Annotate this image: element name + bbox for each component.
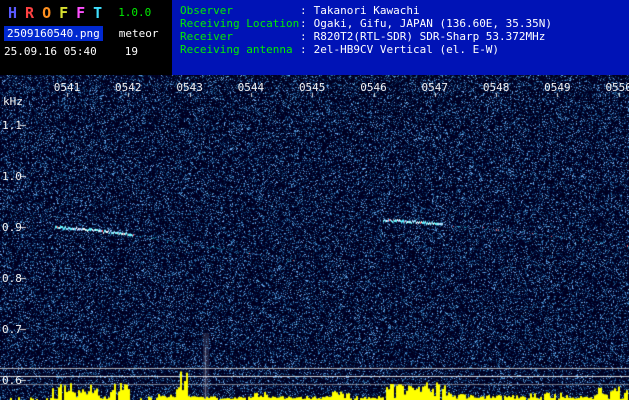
timestamp-label: 25.09.16 05:40 — [4, 45, 97, 58]
info-label: Receiving Location — [180, 17, 300, 30]
time-tick-label-0549: 0549 — [544, 81, 571, 94]
app-title-letter: R — [25, 4, 35, 22]
info-separator: : — [300, 43, 307, 56]
observer-info-panel: Observer: Takanori Kawachi Receiving Locat… — [172, 0, 629, 75]
app-title: HROFFT — [8, 3, 110, 22]
freq-tick-label-0.6: 0.6 — [2, 374, 22, 387]
freq-tick-label-0.9: 0.9 — [2, 221, 22, 234]
app-title-letter: T — [93, 4, 103, 22]
spectrogram-canvas — [0, 75, 629, 400]
spectrogram-plot: 0541 0542 0543 0544 0545 0546 0547 0548 0549 0550… — [0, 75, 629, 400]
file-row: 2509160540.png meteor — [4, 22, 158, 41]
time-tick-label-0544: 0544 — [237, 81, 265, 94]
time-tick-label-0541: 0541 — [53, 81, 81, 94]
output-filename: 2509160540.png — [4, 26, 103, 41]
observer-info-row: Receiving antenna:2el-HB9CV Vertical (el… — [180, 43, 629, 56]
freq-tick-label-1.1: 1.1 — [2, 119, 22, 132]
echo-count: 19 — [124, 45, 138, 58]
hrofft-window: H R O F F T 1.0.0 2509160540.png meteor 25.09.1… — [0, 0, 629, 400]
freq-tick-label-0.7: 0.7 — [2, 323, 22, 336]
time-tick-label-0547: 0547 — [421, 81, 449, 94]
time-tick-label-0543: 0543 — [176, 81, 203, 94]
info-value: R820T2(RTL-SDR) SDR-Sharp 53.372MHz — [313, 30, 546, 43]
time-tick-label-0546: 0546 — [360, 81, 387, 94]
info-value: Ogaki, Gifu, JAPAN (136.60E, 35.35N) — [313, 17, 553, 30]
time-tick-label-0550: 0550 — [605, 81, 629, 94]
freq-tick-label-1.0: 1.0 — [2, 170, 22, 183]
freq-tick-label-0.8: 0.8 — [2, 272, 22, 285]
app-title-letter: H — [8, 4, 18, 22]
date-row: 25.09.16 05:40 19 — [4, 40, 138, 59]
info-separator: : — [300, 30, 307, 43]
observer-info-row: Receiving Location: Ogaki, Gifu, JAPAN (1… — [180, 17, 629, 30]
header: H R O F F T 1.0.0 2509160540.png meteor 25.09.1… — [0, 0, 629, 75]
info-label: Receiving antenna — [180, 43, 293, 56]
frequency-unit-label: kHz — [3, 95, 23, 108]
app-version: 1.0.0 — [118, 6, 152, 19]
info-value: Takanori Kawachi — [313, 4, 420, 17]
info-value: 2el-HB9CV Vertical (el. E-W) — [313, 43, 500, 56]
time-tick-label-0548: 0548 — [482, 81, 510, 94]
app-title-row: H R O F F T 1.0.0 — [8, 3, 151, 22]
observer-info-row: Receiver: R820T2(RTL-SDR) SDR-Sharp 53.37… — [180, 30, 629, 43]
app-title-letter: F — [76, 4, 86, 22]
info-label: Observer — [180, 4, 233, 17]
time-tick-label-0545: 0545 — [298, 81, 326, 94]
info-separator: : — [300, 4, 307, 17]
info-label: Receiver — [180, 30, 233, 43]
info-separator: : — [300, 17, 307, 30]
app-title-letter: F — [59, 4, 69, 22]
app-title-letter: O — [42, 4, 52, 22]
time-tick-label-0542: 0542 — [115, 81, 142, 94]
mode-label: meteor — [118, 27, 159, 40]
observer-info-row: Observer: Takanori Kawachi — [180, 4, 629, 17]
